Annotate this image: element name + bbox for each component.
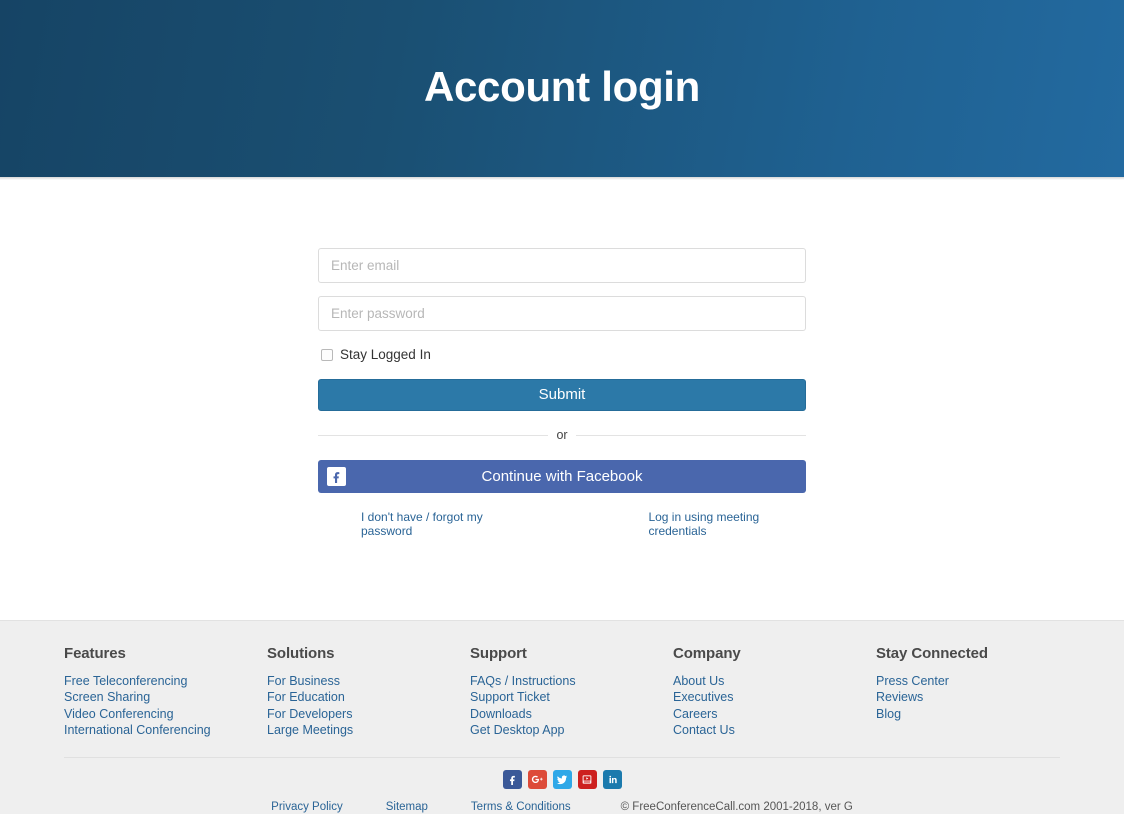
twitter-social-icon[interactable] <box>552 770 572 790</box>
stay-logged-in-checkbox[interactable] <box>321 348 333 361</box>
footer-heading-features: Features <box>64 645 126 662</box>
footer-link-about-us[interactable]: About Us <box>673 673 876 689</box>
footer-link-support-ticket[interactable]: Support Ticket <box>470 689 673 705</box>
footer-heading-company: Company <box>673 645 741 662</box>
continue-with-facebook-button[interactable]: Continue with Facebook <box>318 459 806 493</box>
forgot-password-link[interactable]: I don't have / forgot my password <box>361 510 522 538</box>
footer-heading-solutions: Solutions <box>267 645 335 662</box>
footer-link-executives[interactable]: Executives <box>673 689 876 705</box>
or-label: or <box>556 428 568 443</box>
footer-column-stay-connected: Stay Connected Press Center Reviews Blog <box>876 645 1056 738</box>
privacy-policy-link[interactable]: Privacy Policy <box>271 801 343 813</box>
footer-link-downloads[interactable]: Downloads <box>470 706 673 722</box>
facebook-icon <box>327 466 346 486</box>
footer-column-solutions: Solutions For Business For Education For… <box>267 645 470 738</box>
stay-logged-in-label[interactable]: Stay Logged In <box>340 348 431 362</box>
legal-links: Privacy Policy Sitemap Terms & Condition… <box>0 801 1124 813</box>
password-field[interactable] <box>318 296 806 331</box>
meeting-credentials-link[interactable]: Log in using meeting credentials <box>648 510 806 538</box>
social-links <box>0 770 1124 790</box>
footer-link-for-developers[interactable]: For Developers <box>267 706 470 722</box>
footer-column-company: Company About Us Executives Careers Cont… <box>673 645 876 738</box>
site-footer: Features Free Teleconferencing Screen Sh… <box>0 620 1124 814</box>
helper-links: I don't have / forgot my password Log in… <box>318 510 806 538</box>
footer-link-free-teleconferencing[interactable]: Free Teleconferencing <box>64 673 267 689</box>
footer-link-get-desktop-app[interactable]: Get Desktop App <box>470 722 673 738</box>
linkedin-social-icon[interactable] <box>602 770 622 790</box>
facebook-social-icon[interactable] <box>502 770 522 790</box>
hero-banner: Account login <box>0 0 1124 177</box>
footer-columns: Features Free Teleconferencing Screen Sh… <box>64 621 1060 738</box>
email-field[interactable] <box>318 248 806 283</box>
footer-link-large-meetings[interactable]: Large Meetings <box>267 722 470 738</box>
footer-link-faqs-instructions[interactable]: FAQs / Instructions <box>470 673 673 689</box>
or-line-left <box>318 435 549 436</box>
footer-link-blog[interactable]: Blog <box>876 706 1056 722</box>
footer-column-support: Support FAQs / Instructions Support Tick… <box>470 645 673 738</box>
login-form: Stay Logged In Submit or Continue with F… <box>318 180 806 538</box>
stay-logged-in-row[interactable]: Stay Logged In <box>318 348 806 362</box>
footer-link-screen-sharing[interactable]: Screen Sharing <box>64 689 267 705</box>
facebook-button-label: Continue with Facebook <box>481 467 643 485</box>
google-plus-social-icon[interactable] <box>527 770 547 790</box>
footer-link-contact-us[interactable]: Contact Us <box>673 722 876 738</box>
footer-link-for-business[interactable]: For Business <box>267 673 470 689</box>
youtube-social-icon[interactable] <box>577 770 597 790</box>
or-divider: or <box>318 427 806 445</box>
footer-link-press-center[interactable]: Press Center <box>876 673 1056 689</box>
footer-link-careers[interactable]: Careers <box>673 706 876 722</box>
or-line-right <box>575 435 806 436</box>
sitemap-link[interactable]: Sitemap <box>386 801 428 813</box>
login-main: Stay Logged In Submit or Continue with F… <box>0 180 1124 620</box>
footer-divider <box>64 757 1060 759</box>
footer-link-for-education[interactable]: For Education <box>267 689 470 705</box>
footer-link-reviews[interactable]: Reviews <box>876 689 1056 705</box>
footer-link-video-conferencing[interactable]: Video Conferencing <box>64 706 267 722</box>
submit-button[interactable]: Submit <box>318 378 806 411</box>
footer-heading-stay-connected: Stay Connected <box>876 645 988 662</box>
footer-heading-support: Support <box>470 645 527 662</box>
terms-conditions-link[interactable]: Terms & Conditions <box>471 801 571 813</box>
copyright-text: © FreeConferenceCall.com 2001-2018, ver … <box>620 801 853 814</box>
page-title: Account login <box>423 62 701 110</box>
footer-column-features: Features Free Teleconferencing Screen Sh… <box>64 645 267 738</box>
footer-link-international-conferencing[interactable]: International Conferencing <box>64 722 267 738</box>
